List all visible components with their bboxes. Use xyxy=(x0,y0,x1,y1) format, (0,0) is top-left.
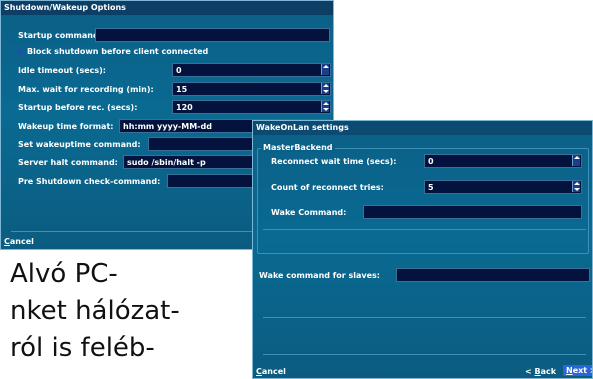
idle-timeout-label: Idle timeout (secs): xyxy=(18,66,106,75)
caption-line: ról is feléb- xyxy=(10,333,155,363)
idle-timeout-input[interactable]: 0 xyxy=(172,63,331,77)
max-wait-spin-icon[interactable] xyxy=(321,83,329,94)
wakeup-format-label: Wakeup time format: xyxy=(18,122,114,131)
back-label: ack xyxy=(540,367,557,376)
slaves-command-label: Wake command for slaves: xyxy=(259,271,380,280)
wake-command-input[interactable] xyxy=(363,205,582,219)
reconnect-wait-label: Reconnect wait time (secs): xyxy=(271,157,397,166)
startup-command-input[interactable] xyxy=(95,28,330,42)
caption-line: nket hálózat- xyxy=(10,296,180,326)
startup-command-label: Startup command: xyxy=(18,31,102,40)
cancel-label: ancel xyxy=(261,367,286,376)
max-wait-label: Max. wait for recording (min): xyxy=(18,85,154,94)
next-label: ext > xyxy=(572,366,592,375)
cancel-label: ancel xyxy=(9,237,34,246)
set-wakeup-label: Set wakeuptime command: xyxy=(18,140,141,149)
startup-before-input[interactable]: 120 xyxy=(172,100,331,114)
block-shutdown-label: Block shutdown before client connected xyxy=(27,47,209,56)
reconnect-count-spin-icon[interactable] xyxy=(572,181,580,192)
reconnect-count-label: Count of reconnect tries: xyxy=(271,183,384,192)
reconnect-wait-input[interactable]: 0 xyxy=(424,154,582,168)
caption-text: Alvó PC- nket hálózat- ról is feléb- xyxy=(10,256,255,367)
startup-before-label: Startup before rec. (secs): xyxy=(18,103,138,112)
wol-group-divider xyxy=(263,229,586,230)
next-button[interactable]: Next > xyxy=(563,365,592,376)
shutdown-cancel-button[interactable]: Cancel xyxy=(4,237,34,246)
wol-mid-divider xyxy=(263,317,586,318)
slaves-command-input[interactable] xyxy=(396,268,590,282)
block-shutdown-checkbox[interactable] xyxy=(18,49,23,54)
reconnect-count-input[interactable]: 5 xyxy=(424,180,582,194)
caption-line: Alvó PC- xyxy=(10,259,118,289)
reconnect-wait-spin-icon[interactable] xyxy=(572,155,580,166)
next-accelerator: N xyxy=(566,366,573,375)
back-arrow: < xyxy=(525,367,535,376)
server-halt-label: Server halt command: xyxy=(18,158,118,167)
wakeonlan-window: WakeOnLan settings MasterBackend Reconne… xyxy=(252,120,593,379)
idle-timeout-spin-icon[interactable] xyxy=(321,64,329,75)
masterbackend-group-label: MasterBackend xyxy=(261,143,335,152)
max-wait-input[interactable]: 15 xyxy=(172,82,331,96)
wol-cancel-button[interactable]: Cancel xyxy=(256,367,286,376)
back-button[interactable]: < Back xyxy=(525,367,556,376)
startup-before-spin-icon[interactable] xyxy=(321,101,329,112)
wol-bottom-divider xyxy=(263,354,586,355)
wake-command-label: Wake Command: xyxy=(271,208,347,217)
pre-shutdown-label: Pre Shutdown check-command: xyxy=(18,177,161,186)
shutdown-window-title: Shutdown/Wakeup Options xyxy=(1,1,333,15)
wol-window-title: WakeOnLan settings xyxy=(253,121,592,135)
